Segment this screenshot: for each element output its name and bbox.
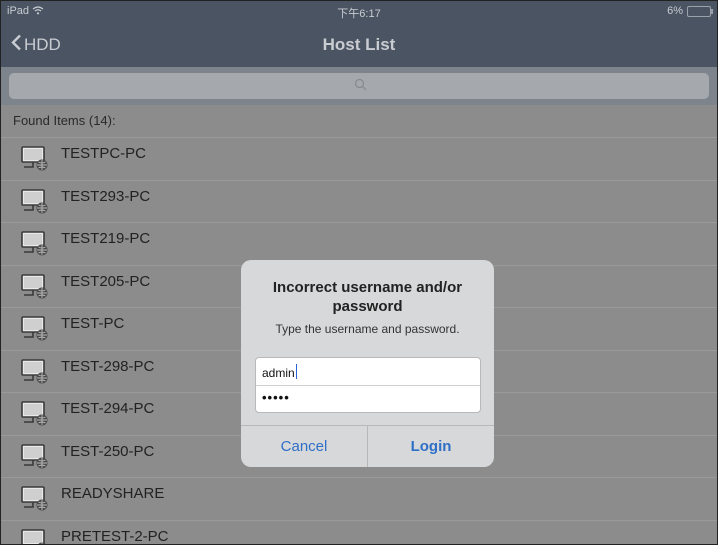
host-name: TEST205-PC	[61, 272, 151, 290]
battery-icon	[687, 5, 713, 17]
network-computer-icon	[21, 358, 51, 390]
network-computer-icon	[21, 188, 51, 220]
host-name: TEST293-PC	[61, 187, 151, 205]
network-computer-icon	[21, 401, 51, 432]
network-computer-icon	[21, 231, 51, 262]
username-value: admin	[262, 366, 295, 380]
host-name: TESTPC-PC	[61, 145, 147, 162]
host-name: TEST-298-PC	[61, 357, 155, 375]
list-item[interactable]: PRETEST-2-PC	[1, 519, 717, 545]
dialog-buttons: Cancel Login	[241, 425, 494, 467]
network-computer-icon	[21, 273, 51, 305]
list-item[interactable]: TEST219-PC	[1, 222, 717, 265]
status-battery: 6%	[667, 5, 713, 17]
text-cursor	[296, 364, 297, 379]
host-name: TEST219-PC	[61, 230, 151, 247]
password-value: •••••	[262, 390, 290, 405]
host-name: PRETEST-2-PC	[61, 527, 169, 545]
page-title: Host List	[322, 35, 396, 54]
search-icon	[354, 78, 367, 96]
app-window: iPad 下午6:17 6% HDD Host List Found Items…	[0, 0, 718, 545]
status-time: 下午6:17	[337, 8, 381, 20]
dialog-message: Type the username and password.	[275, 322, 460, 336]
search-input[interactable]	[9, 73, 709, 99]
cancel-button[interactable]: Cancel	[241, 426, 368, 467]
host-name: TEST-294-PC	[61, 400, 155, 417]
dialog-title: Incorrect username and/or password	[272, 279, 463, 315]
network-computer-icon	[21, 316, 51, 347]
network-computer-icon	[21, 146, 51, 177]
network-computer-icon	[21, 528, 51, 544]
host-name: TEST-250-PC	[61, 442, 155, 460]
password-field[interactable]: •••••	[256, 385, 480, 412]
list-item[interactable]: TEST293-PC	[1, 179, 717, 223]
username-field[interactable]: admin	[256, 358, 480, 386]
network-computer-icon	[21, 486, 51, 517]
list-item[interactable]: READYSHARE	[1, 477, 717, 520]
battery-percent: 6%	[667, 5, 683, 17]
network-computer-icon	[21, 443, 51, 475]
list-header: Found Items (14):	[13, 113, 116, 128]
login-error-dialog: Incorrect username and/or password Type …	[241, 260, 494, 467]
list-item[interactable]: TESTPC-PC	[1, 137, 717, 180]
status-bar: iPad 下午6:17 6%	[1, 1, 717, 21]
host-name: TEST-PC	[61, 315, 125, 332]
navigation-bar: HDD Host List	[1, 21, 717, 67]
host-name: READYSHARE	[61, 485, 165, 502]
login-button[interactable]: Login	[368, 426, 494, 467]
search-bar	[1, 67, 717, 105]
credential-fields: admin •••••	[255, 357, 481, 413]
